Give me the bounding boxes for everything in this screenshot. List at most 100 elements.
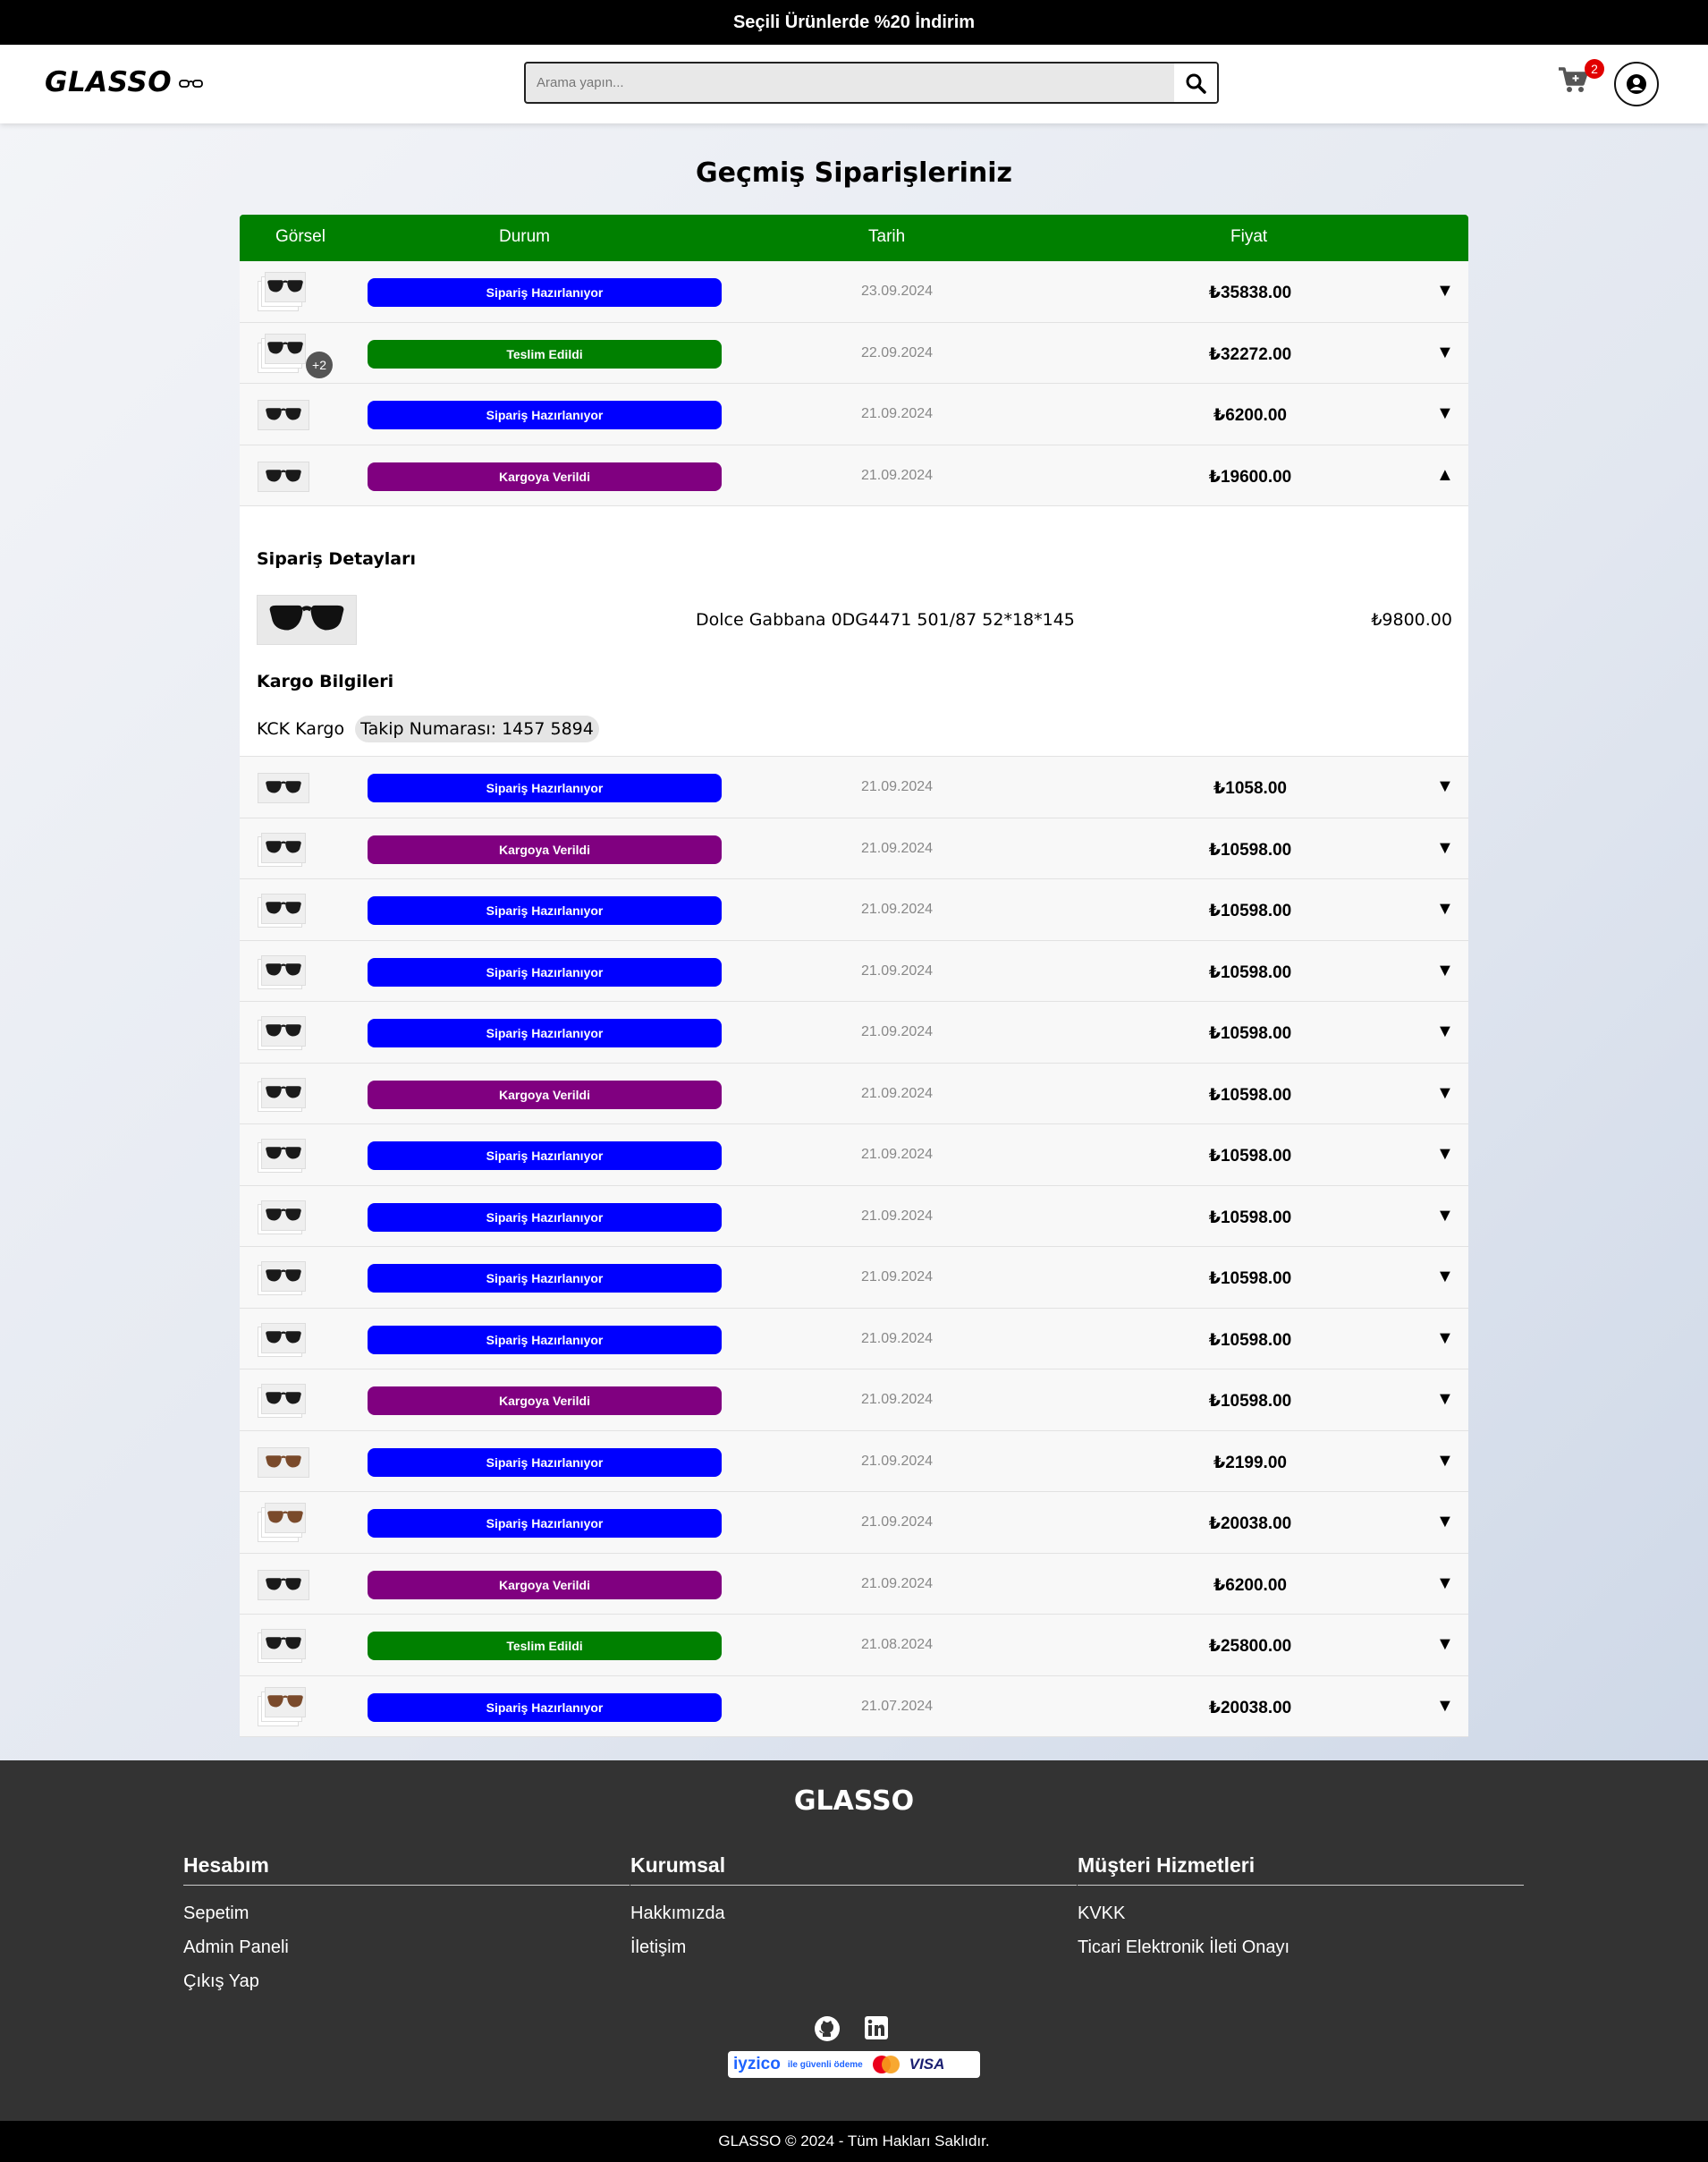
order-row[interactable]: Sipariş Hazırlanıyor 21.09.2024 ₺10598.00 ▼ [240, 940, 1468, 1002]
order-thumbnail [258, 1564, 309, 1604]
order-date: 21.07.2024 [861, 1698, 934, 1714]
footer-link-about[interactable]: Hakkımızda [630, 1903, 1077, 1924]
order-row[interactable]: Kargoya Verildi 21.09.2024 ₺6200.00 ▼ [240, 1553, 1468, 1615]
expand-toggle-icon[interactable]: ▼ [1436, 403, 1454, 424]
product-image[interactable] [257, 595, 357, 645]
github-icon[interactable] [814, 2015, 841, 2042]
sunglasses-icon [266, 1147, 301, 1159]
order-row[interactable]: +2 Teslim Edildi 22.09.2024 ₺32272.00 ▼ [240, 322, 1468, 384]
thumbnail-card [261, 1139, 306, 1169]
expand-toggle-icon[interactable]: ▼ [1436, 1451, 1454, 1471]
expand-toggle-icon[interactable]: ▼ [1436, 1389, 1454, 1410]
order-price: ₺10598.00 [1208, 1024, 1292, 1043]
glasses-icon [179, 80, 203, 88]
order-date: 23.09.2024 [861, 284, 934, 299]
order-date: 21.09.2024 [861, 962, 934, 979]
expand-toggle-icon[interactable]: ▼ [1436, 1696, 1454, 1717]
search-button[interactable] [1174, 64, 1217, 102]
expand-toggle-icon[interactable]: ▼ [1436, 961, 1454, 981]
orders-table: Görsel Durum Tarih Fiyat Sipariş Hazırla… [240, 215, 1468, 1737]
footer-link-logout[interactable]: Çıkış Yap [183, 1971, 630, 1992]
order-row[interactable]: Sipariş Hazırlanıyor 23.09.2024 ₺35838.00 ▼ [240, 261, 1468, 323]
order-thumbnail [258, 1686, 306, 1726]
search-input[interactable] [526, 64, 1174, 102]
order-row[interactable]: Sipariş Hazırlanıyor 21.09.2024 ₺10598.00 ▼ [240, 1308, 1468, 1369]
order-price: ₺2199.00 [1213, 1453, 1287, 1472]
expand-toggle-icon[interactable]: ▼ [1436, 899, 1454, 920]
footer-link-admin-panel[interactable]: Admin Paneli [183, 1937, 630, 1958]
order-thumbnail [258, 272, 306, 311]
thumbnail-card [261, 1016, 306, 1047]
expand-toggle-icon[interactable]: ▼ [1436, 1022, 1454, 1042]
order-row[interactable]: Sipariş Hazırlanıyor 21.09.2024 ₺10598.00 ▼ [240, 1247, 1468, 1309]
order-row[interactable]: Kargoya Verildi 21.09.2024 ₺10598.00 ▼ [240, 1063, 1468, 1124]
search-icon [1186, 73, 1206, 94]
footer-column-account: Hesabım Sepetim Admin Paneli Çıkış Yap [183, 1853, 630, 1992]
expand-toggle-icon[interactable]: ▼ [1436, 1144, 1454, 1165]
order-row[interactable]: Sipariş Hazırlanıyor 21.09.2024 ₺6200.00 ▼ [240, 384, 1468, 445]
sunglasses-icon [266, 1208, 301, 1220]
product-price: ₺9800.00 [1371, 610, 1452, 630]
expand-toggle-icon[interactable]: ▼ [1436, 1328, 1454, 1349]
order-detail-panel: Sipariş Detayları Dolce Gabbana 0DG4471 5… [240, 506, 1468, 757]
mastercard-icon [872, 2056, 900, 2073]
expand-toggle-icon[interactable]: ▼ [1436, 281, 1454, 301]
status-badge: Sipariş Hazırlanıyor [368, 1692, 722, 1722]
sunglasses-icon [266, 1085, 301, 1098]
sunglasses-icon [266, 1454, 301, 1467]
order-row[interactable]: Kargoya Verildi 21.09.2024 ₺19600.00 ▲ [240, 445, 1468, 506]
order-date: 21.09.2024 [861, 1085, 934, 1101]
column-header-price: Fiyat [1230, 227, 1268, 246]
order-row[interactable]: Sipariş Hazırlanıyor 21.09.2024 ₺20038.00 ▼ [240, 1492, 1468, 1554]
footer-title: GLASSO [793, 1785, 915, 1817]
cargo-company: KCK Kargo [257, 719, 345, 739]
order-date: 21.09.2024 [861, 840, 934, 856]
site-footer: GLASSO Hesabım Sepetim Admin Paneli Çıkı… [0, 1760, 1708, 2121]
expand-toggle-icon[interactable]: ▼ [1436, 838, 1454, 859]
order-row[interactable]: Teslim Edildi 21.08.2024 ₺25800.00 ▼ [240, 1615, 1468, 1676]
footer-link-commercial-message-consent[interactable]: Ticari Elektronik İleti Onayı [1078, 1937, 1524, 1958]
footer-link-kvkk[interactable]: KVKK [1078, 1903, 1524, 1924]
logo[interactable]: GLASSO [45, 66, 204, 98]
user-account-button[interactable] [1614, 62, 1659, 106]
footer-link-cart[interactable]: Sepetim [183, 1903, 630, 1924]
footer-link-contact[interactable]: İletişim [630, 1937, 1077, 1958]
order-row[interactable]: Sipariş Hazırlanıyor 21.09.2024 ₺1058.00 ▼ [240, 757, 1468, 818]
expand-toggle-icon[interactable]: ▼ [1436, 1512, 1454, 1532]
order-price: ₺19600.00 [1208, 467, 1292, 487]
linkedin-icon[interactable] [864, 2015, 889, 2040]
order-row[interactable]: Sipariş Hazırlanıyor 21.09.2024 ₺2199.00 ▼ [240, 1430, 1468, 1492]
expand-toggle-icon[interactable]: ▼ [1436, 1634, 1454, 1655]
sunglasses-icon [266, 1269, 301, 1282]
column-header-date: Tarih [868, 227, 906, 246]
expand-toggle-icon[interactable]: ▼ [1436, 1267, 1454, 1287]
order-row[interactable]: Sipariş Hazırlanıyor 21.09.2024 ₺10598.00 ▼ [240, 879, 1468, 941]
status-badge: Kargoya Verildi [368, 1386, 722, 1415]
expand-toggle-icon[interactable]: ▼ [1436, 343, 1454, 363]
thumbnail-card [261, 1629, 306, 1659]
order-thumbnail [258, 952, 306, 991]
order-date: 21.09.2024 [861, 1147, 934, 1162]
expand-toggle-icon[interactable]: ▼ [1436, 1573, 1454, 1594]
order-row[interactable]: Sipariş Hazırlanıyor 21.09.2024 ₺10598.00 ▼ [240, 1124, 1468, 1186]
order-row[interactable]: Sipariş Hazırlanıyor 21.09.2024 ₺10598.00 ▼ [240, 1185, 1468, 1247]
order-row[interactable]: Sipariş Hazırlanıyor 21.09.2024 ₺10598.00 ▼ [240, 1002, 1468, 1064]
order-row[interactable]: Kargoya Verildi 21.09.2024 ₺10598.00 ▼ [240, 1369, 1468, 1431]
order-row[interactable]: Sipariş Hazırlanıyor 21.07.2024 ₺20038.00 ▼ [240, 1675, 1468, 1737]
order-date: 21.09.2024 [861, 779, 934, 794]
product-name[interactable]: Dolce Gabbana 0DG4471 501/87 52*18*145 [696, 610, 1075, 630]
thumbnail-card [258, 1446, 309, 1478]
announcement-text: Seçili Ürünlerde %20 İndirim [732, 12, 976, 32]
order-row[interactable]: Kargoya Verildi 21.09.2024 ₺10598.00 ▼ [240, 818, 1468, 879]
cart-button[interactable]: 2 [1558, 59, 1604, 102]
thumbnail-card [261, 1077, 306, 1108]
order-thumbnail [258, 1258, 306, 1297]
expand-toggle-icon[interactable]: ▼ [1436, 1206, 1454, 1226]
collapse-toggle-icon[interactable]: ▲ [1436, 465, 1454, 486]
order-date: 21.09.2024 [861, 1330, 934, 1346]
expand-toggle-icon[interactable]: ▼ [1436, 776, 1454, 797]
order-thumbnail [258, 1013, 306, 1052]
expand-toggle-icon[interactable]: ▼ [1436, 1083, 1454, 1104]
status-badge: Sipariş Hazırlanıyor [368, 278, 722, 307]
sunglasses-icon [266, 408, 301, 420]
